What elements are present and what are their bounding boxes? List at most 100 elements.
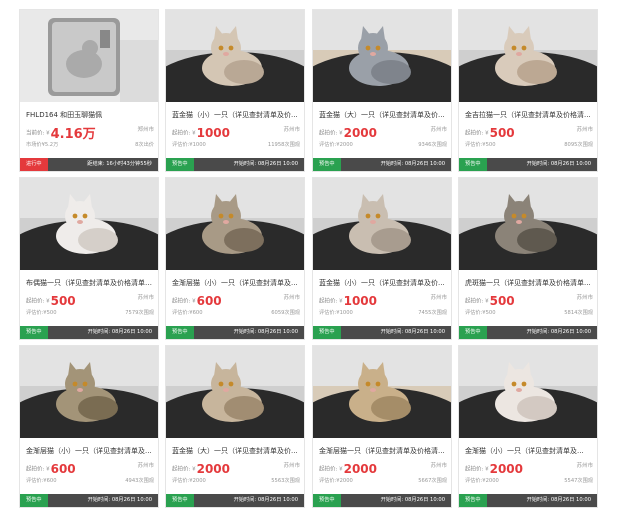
meta-row: 评估价:¥500 7579次围观 bbox=[26, 309, 154, 316]
item-photo[interactable] bbox=[313, 10, 451, 102]
status-bar: 预告中 开始时间: 08月26日 10:00 bbox=[20, 494, 158, 507]
auction-card[interactable]: 蓝金猫（小）一只（详见查封清单及价... 起拍价: ¥1000 苏州市 评估价:… bbox=[165, 9, 305, 172]
meta-row: 评估价:¥1000 11958次围观 bbox=[172, 141, 300, 148]
meta-row: 评估价:¥500 8095次围观 bbox=[465, 141, 593, 148]
cat-photo bbox=[166, 178, 304, 270]
item-title[interactable]: 蓝金猫（小）一只（详见查封清单及价... bbox=[319, 278, 447, 288]
meta-row: 评估价:¥600 6059次围观 bbox=[172, 309, 300, 316]
auction-card[interactable]: 金渐层猫（小）一只（详见查封清单及... 起拍价: ¥600 苏州市 评估价:¥… bbox=[165, 177, 305, 340]
status-badge: 预告中 bbox=[20, 326, 48, 339]
item-title[interactable]: 布偶猫一只（详见查封清单及价格清单知... bbox=[26, 278, 154, 288]
status-time: 开始时间: 08月26日 10:00 bbox=[233, 161, 298, 167]
auction-card[interactable]: 金渐猫（小）一只（详见查封清单及... 起拍价: ¥2000 苏州市 评估价:¥… bbox=[458, 345, 598, 508]
meta-row: 评估价:¥2000 5667次围观 bbox=[319, 477, 447, 484]
jade-pendant-photo bbox=[20, 10, 158, 102]
status-bar: 预告中 开始时间: 08月26日 10:00 bbox=[459, 494, 597, 507]
auction-card[interactable]: FHLD164 和田玉聊猫佩 当前价: ¥4.16万 郑州市 市场价¥5.2万 … bbox=[19, 9, 159, 172]
location-text: 苏州市 bbox=[283, 127, 300, 133]
status-time: 开始时间: 08月26日 10:00 bbox=[526, 497, 591, 503]
status-badge: 预告中 bbox=[166, 158, 194, 171]
cat-photo bbox=[313, 10, 451, 102]
status-bar: 预告中 开始时间: 08月26日 10:00 bbox=[313, 494, 451, 507]
cat-photo bbox=[313, 346, 451, 438]
price-label: 起拍价: ¥ bbox=[26, 466, 50, 473]
location-text: 苏州市 bbox=[430, 463, 447, 469]
status-time: 开始时间: 08月26日 10:00 bbox=[380, 497, 445, 503]
location-text: 苏州市 bbox=[430, 295, 447, 301]
status-bar: 预告中 开始时间: 08月26日 10:00 bbox=[313, 326, 451, 339]
item-photo[interactable] bbox=[166, 10, 304, 102]
item-title[interactable]: 虎斑猫一只（详见查封清单及价格清单... bbox=[465, 278, 593, 288]
item-title[interactable]: 蓝金猫（大）一只（详见查封清单及价... bbox=[319, 110, 447, 120]
cat-photo bbox=[459, 178, 597, 270]
cat-photo bbox=[20, 346, 158, 438]
item-photo[interactable] bbox=[313, 178, 451, 270]
meta-row: 评估价:¥1000 7455次围观 bbox=[319, 309, 447, 316]
item-title[interactable]: 金渐层猫一只（详见查封清单及价格清... bbox=[319, 446, 447, 456]
price-row: 起拍价: ¥2000 苏州市 bbox=[172, 458, 300, 476]
item-photo[interactable] bbox=[20, 10, 158, 102]
assessment-price: 评估价:¥1000 bbox=[319, 310, 353, 316]
assessment-price: 评估价:¥500 bbox=[465, 142, 496, 148]
price-value: 2000 bbox=[196, 461, 231, 476]
status-bar: 预告中 开始时间: 08月26日 10:00 bbox=[459, 326, 597, 339]
assessment-price: 评估价:¥2000 bbox=[172, 478, 206, 484]
item-photo[interactable] bbox=[166, 346, 304, 438]
item-title[interactable]: 蓝金猫（小）一只（详见查封清单及价... bbox=[172, 110, 300, 120]
item-photo[interactable] bbox=[459, 346, 597, 438]
status-badge: 预告中 bbox=[459, 158, 487, 171]
auction-card[interactable]: 金渐层猫一只（详见查封清单及价格清... 起拍价: ¥2000 苏州市 评估价:… bbox=[312, 345, 452, 508]
location-text: 郑州市 bbox=[137, 127, 154, 133]
assessment-price: 评估价:¥2000 bbox=[465, 478, 499, 484]
price-label: 起拍价: ¥ bbox=[172, 466, 196, 473]
view-count: 7579次围观 bbox=[125, 310, 154, 316]
auction-card[interactable]: 虎斑猫一只（详见查封清单及价格清单... 起拍价: ¥500 苏州市 评估价:¥… bbox=[458, 177, 598, 340]
auction-card[interactable]: 蓝金猫（大）一只（详见查封清单及价... 起拍价: ¥2000 苏州市 评估价:… bbox=[312, 9, 452, 172]
view-count: 5667次围观 bbox=[418, 478, 447, 484]
status-time: 开始时间: 08月26日 10:00 bbox=[526, 329, 591, 335]
price-value: 500 bbox=[489, 125, 515, 140]
auction-grid: FHLD164 和田玉聊猫佩 当前价: ¥4.16万 郑州市 市场价¥5.2万 … bbox=[0, 0, 634, 517]
price-row: 起拍价: ¥600 苏州市 bbox=[172, 290, 300, 308]
item-photo[interactable] bbox=[313, 346, 451, 438]
price-row: 起拍价: ¥1000 苏州市 bbox=[172, 122, 300, 140]
item-title[interactable]: FHLD164 和田玉聊猫佩 bbox=[26, 110, 154, 120]
status-badge: 预告中 bbox=[459, 494, 487, 507]
auction-card[interactable]: 布偶猫一只（详见查封清单及价格清单知... 起拍价: ¥500 苏州市 评估价:… bbox=[19, 177, 159, 340]
cat-photo bbox=[166, 346, 304, 438]
item-photo[interactable] bbox=[166, 178, 304, 270]
item-photo[interactable] bbox=[459, 178, 597, 270]
price-value: 600 bbox=[50, 461, 76, 476]
price-row: 起拍价: ¥2000 苏州市 bbox=[319, 122, 447, 140]
status-bar: 预告中 开始时间: 08月26日 10:00 bbox=[166, 326, 304, 339]
item-photo[interactable] bbox=[20, 178, 158, 270]
auction-card[interactable]: 蓝金猫（小）一只（详见查封清单及价... 起拍价: ¥1000 苏州市 评估价:… bbox=[312, 177, 452, 340]
auction-card[interactable]: 蓝金猫（大）一只（详见查封清单及价... 起拍价: ¥2000 苏州市 评估价:… bbox=[165, 345, 305, 508]
price-label: 起拍价: ¥ bbox=[465, 298, 489, 305]
status-badge: 预告中 bbox=[166, 494, 194, 507]
auction-card[interactable]: 金吉拉猫一只（详见查封清单及价格清... 起拍价: ¥500 苏州市 评估价:¥… bbox=[458, 9, 598, 172]
item-title[interactable]: 金吉拉猫一只（详见查封清单及价格清... bbox=[465, 110, 593, 120]
meta-row: 评估价:¥600 4943次围观 bbox=[26, 477, 154, 484]
price-label: 起拍价: ¥ bbox=[172, 298, 196, 305]
item-title[interactable]: 金渐层猫（小）一只（详见查封清单及... bbox=[172, 278, 300, 288]
item-title[interactable]: 金渐猫（小）一只（详见查封清单及... bbox=[465, 446, 593, 456]
cat-photo bbox=[20, 178, 158, 270]
cat-photo bbox=[166, 10, 304, 102]
cat-photo bbox=[459, 10, 597, 102]
price-label: 起拍价: ¥ bbox=[465, 130, 489, 137]
view-count: 8次出价 bbox=[135, 142, 154, 148]
item-photo[interactable] bbox=[20, 346, 158, 438]
location-text: 苏州市 bbox=[137, 295, 154, 301]
item-title[interactable]: 蓝金猫（大）一只（详见查封清单及价... bbox=[172, 446, 300, 456]
item-title[interactable]: 金渐层猫（小）一只（详见查封清单及... bbox=[26, 446, 154, 456]
assessment-price: 评估价:¥500 bbox=[26, 310, 57, 316]
meta-row: 评估价:¥2000 5547次围观 bbox=[465, 477, 593, 484]
status-badge: 预告中 bbox=[313, 158, 341, 171]
location-text: 苏州市 bbox=[576, 295, 593, 301]
price-row: 起拍价: ¥2000 苏州市 bbox=[465, 458, 593, 476]
price-label: 起拍价: ¥ bbox=[465, 466, 489, 473]
location-text: 苏州市 bbox=[283, 295, 300, 301]
item-photo[interactable] bbox=[459, 10, 597, 102]
auction-card[interactable]: 金渐层猫（小）一只（详见查封清单及... 起拍价: ¥600 苏州市 评估价:¥… bbox=[19, 345, 159, 508]
